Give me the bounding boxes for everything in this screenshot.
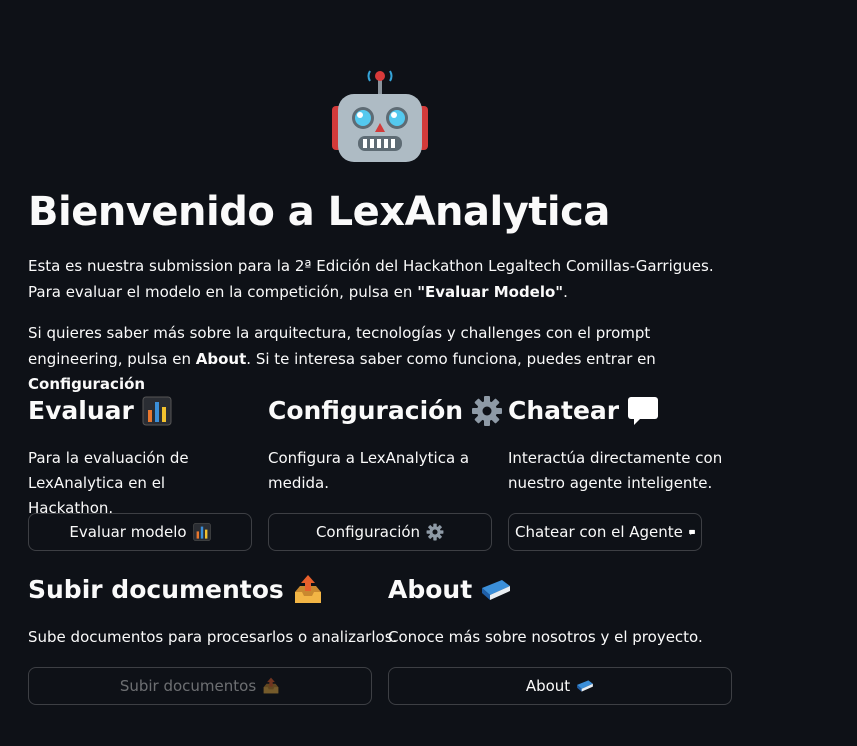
- subir-documentos-button-label: Subir documentos: [119, 677, 257, 695]
- gear-icon: [472, 396, 503, 426]
- chatear-agente-button-label: Chatear con el Agente: [515, 523, 683, 541]
- speech-bubble-icon: [689, 529, 695, 535]
- subir-documentos-button[interactable]: Subir documentos: [28, 667, 372, 705]
- section-configuracion-title-text: Configuración: [268, 396, 464, 425]
- section-about-description: Conoce más sobre nosotros y el proyecto.: [388, 628, 703, 646]
- speech-bubble-icon: [628, 397, 659, 425]
- evaluar-modelo-button-label: Evaluar modelo: [69, 523, 187, 541]
- section-evaluar-title-text: Evaluar: [28, 396, 134, 425]
- evaluar-modelo-button[interactable]: Evaluar modelo: [28, 513, 252, 551]
- section-configuracion-description: Configura a LexAnalytica a medida.: [268, 449, 470, 492]
- book-icon: [577, 680, 594, 692]
- section-configuracion-title: Configuración: [268, 394, 503, 428]
- section-evaluar-description: Para la evaluación de LexAnalytica en el…: [28, 449, 189, 517]
- intro-bold-about: About: [195, 349, 247, 368]
- section-chatear-title: Chatear: [508, 394, 659, 428]
- bar-chart-icon: [142, 396, 172, 426]
- section-evaluar: Evaluar: [28, 394, 172, 428]
- configuracion-button[interactable]: Configuración: [268, 513, 492, 551]
- section-evaluar-title: Evaluar: [28, 394, 172, 428]
- gear-icon: [426, 523, 444, 541]
- section-subir: Subir documentos: [28, 573, 324, 607]
- section-about-title: About: [388, 573, 512, 607]
- intro-mid: . Si te interesa saber como funciona, pu…: [246, 349, 656, 368]
- main-page: Bienvenido a LexAnalytica Esta es nuestr…: [0, 0, 857, 746]
- section-about-title-text: About: [388, 575, 473, 604]
- outbox-tray-icon: [263, 677, 279, 694]
- robot-icon: [332, 70, 428, 162]
- configuracion-button-label: Configuración: [315, 523, 421, 541]
- section-chatear-description: Interactúa directamente con nuestro agen…: [508, 449, 723, 492]
- outbox-tray-icon: [294, 575, 321, 603]
- intro-end: .: [563, 282, 568, 301]
- intro-bold-evaluar: "Evaluar Modelo": [417, 282, 564, 301]
- section-about: About: [388, 573, 512, 607]
- section-subir-title-text: Subir documentos: [28, 575, 284, 604]
- intro-text: Esta es nuestra submission para la 2ª Ed…: [28, 257, 714, 301]
- intro-paragraph-1: Esta es nuestra submission para la 2ª Ed…: [28, 254, 748, 305]
- section-chatear-title-text: Chatear: [508, 396, 620, 425]
- section-subir-title: Subir documentos: [28, 573, 324, 607]
- page-title: Bienvenido a LexAnalytica: [28, 189, 610, 235]
- section-subir-description: Sube documentos para procesarlos o anali…: [28, 628, 398, 646]
- section-chatear: Chatear: [508, 394, 659, 428]
- book-icon: [482, 580, 511, 600]
- section-configuracion: Configuración: [268, 394, 503, 428]
- chatear-agente-button[interactable]: Chatear con el Agente: [508, 513, 702, 551]
- intro-bold-configuracion: Configuración: [28, 375, 146, 393]
- about-button[interactable]: About: [388, 667, 732, 705]
- about-button-label: About: [525, 677, 571, 695]
- bar-chart-icon: [192, 523, 211, 541]
- intro-paragraph-2: Si quieres saber más sobre la arquitectu…: [28, 321, 748, 398]
